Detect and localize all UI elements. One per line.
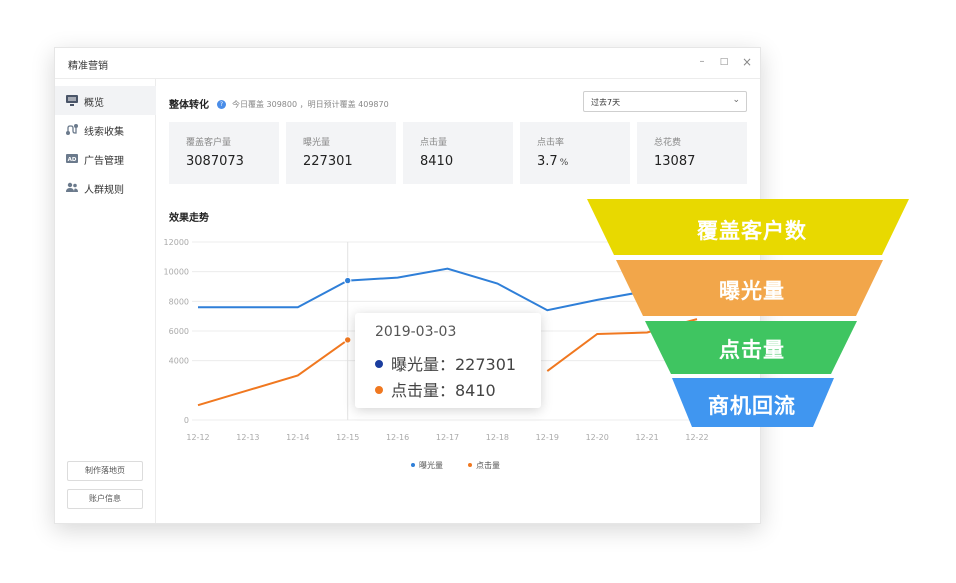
funnel-label-leads: 商机回流	[708, 394, 796, 418]
funnel-label-exposure: 曝光量	[719, 279, 785, 303]
funnel-label-clicks: 点击量	[719, 338, 785, 362]
funnel-label-coverage: 覆盖客户数	[697, 219, 807, 243]
